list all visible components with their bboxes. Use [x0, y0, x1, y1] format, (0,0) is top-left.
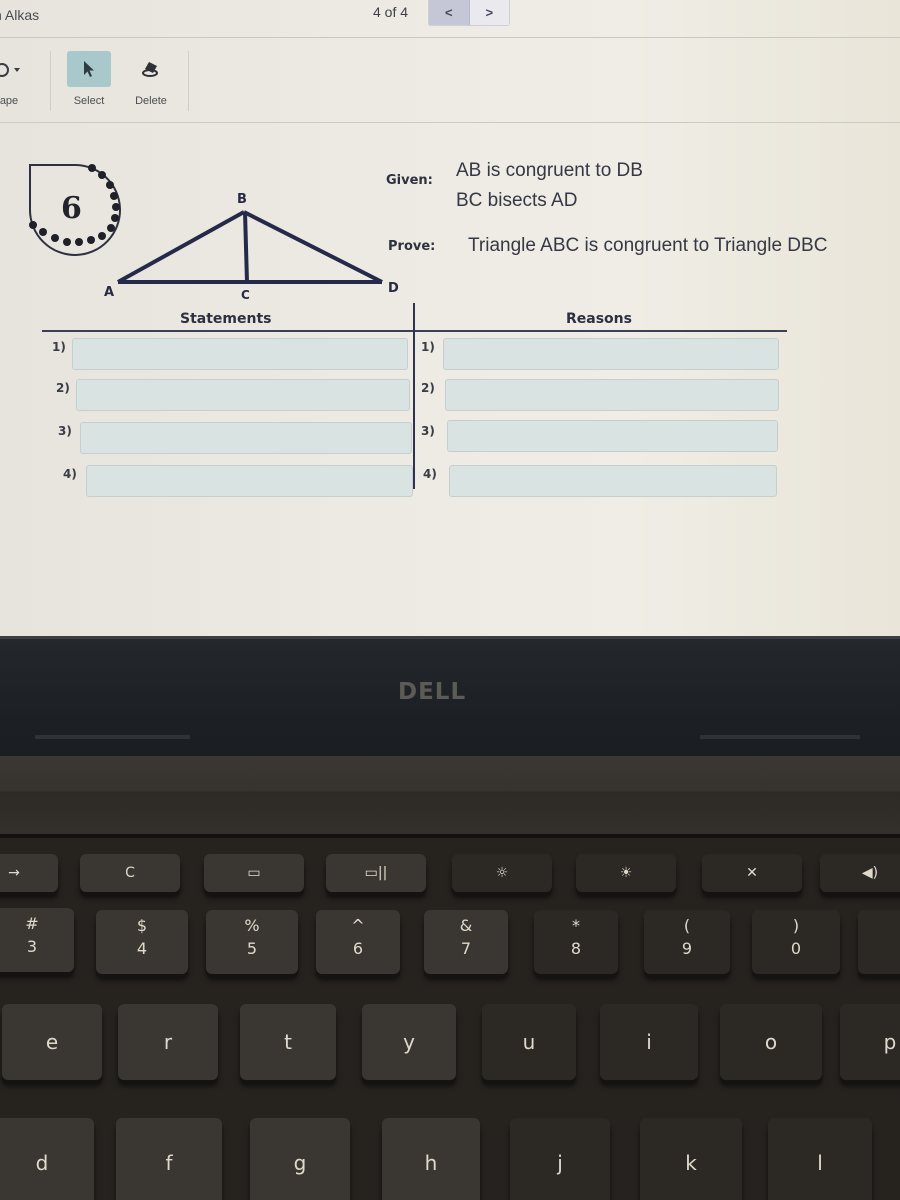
page-counter: 4 of 4	[373, 4, 409, 20]
shape-icon	[0, 63, 20, 77]
given-label: Given:	[386, 173, 433, 188]
laptop-hinge	[0, 756, 900, 838]
forward-arrow-icon: →	[8, 865, 20, 881]
key-u[interactable]: u	[482, 1004, 576, 1080]
table-column-divider	[413, 303, 415, 489]
refresh-icon: C	[125, 865, 135, 881]
statement-input-2[interactable]	[76, 379, 410, 411]
top-bar: n Alkas 4 of 4 < >	[0, 0, 900, 38]
overview-icon: ▭||	[364, 865, 388, 881]
reason-number: 2)	[421, 381, 435, 395]
mute-icon: ✕	[746, 865, 758, 881]
user-name: n Alkas	[0, 7, 40, 23]
chevron-right-icon: >	[485, 5, 494, 20]
previous-page-button[interactable]: <	[429, 0, 470, 25]
vertex-label-a: A	[104, 285, 114, 300]
reason-number: 1)	[421, 340, 435, 354]
reason-input-4[interactable]	[449, 465, 777, 497]
reasons-header: Reasons	[566, 311, 632, 327]
key-p[interactable]: p	[840, 1004, 900, 1080]
delete-tool-button[interactable]: Delete	[128, 51, 174, 107]
key-brightness-up[interactable]: ☀	[576, 854, 676, 892]
key-o[interactable]: o	[720, 1004, 822, 1080]
key-g[interactable]: g	[250, 1118, 350, 1200]
given-statement: BC bisects AD	[456, 190, 578, 211]
statement-number: 2)	[56, 381, 70, 395]
bezel-vent	[700, 735, 860, 739]
key-h[interactable]: h	[382, 1118, 480, 1200]
statement-input-4[interactable]	[86, 465, 413, 497]
key-4[interactable]: $4	[96, 910, 188, 974]
key-8[interactable]: * 8	[534, 910, 618, 974]
key-brightness-down[interactable]: ☼	[452, 854, 552, 892]
triangle-diagram: B A C D	[104, 192, 399, 302]
reason-input-2[interactable]	[445, 379, 779, 411]
statement-input-3[interactable]	[80, 422, 412, 454]
key-overview[interactable]: ▭||	[326, 854, 426, 892]
key-0[interactable]: ) 0	[752, 910, 840, 974]
reason-number: 4)	[423, 467, 437, 481]
key-l[interactable]: l	[768, 1118, 872, 1200]
key-6[interactable]: ^ 6	[316, 910, 400, 974]
volume-down-icon: ◀)	[861, 865, 879, 881]
statement-input-1[interactable]	[72, 338, 408, 370]
segment-bc	[243, 211, 249, 283]
key-f[interactable]: f	[116, 1118, 222, 1200]
statement-number: 4)	[63, 467, 77, 481]
pager: < >	[428, 0, 510, 26]
key-5[interactable]: % 5	[206, 910, 298, 974]
key-forward[interactable]: →	[0, 854, 58, 892]
next-page-button[interactable]: >	[469, 0, 509, 25]
select-tool-button[interactable]: Select	[66, 51, 112, 107]
statement-number: 3)	[58, 424, 72, 438]
reason-input-3[interactable]	[447, 420, 778, 452]
screen: n Alkas 4 of 4 < > ape	[0, 0, 900, 638]
brightness-up-icon: ☀	[619, 865, 633, 881]
key-d[interactable]: d	[0, 1118, 94, 1200]
key-mute[interactable]: ✕	[702, 854, 802, 892]
toolbar-divider	[188, 51, 189, 111]
statement-number: 1)	[52, 340, 66, 354]
prove-label: Prove:	[388, 239, 436, 254]
key-7[interactable]: & 7	[424, 910, 508, 974]
segment-ab	[117, 210, 245, 284]
key-y[interactable]: y	[362, 1004, 456, 1080]
dell-logo: DELL	[398, 679, 467, 705]
key-i[interactable]: i	[600, 1004, 698, 1080]
vertex-label-c: C	[241, 288, 250, 302]
statements-header: Statements	[180, 311, 272, 327]
delete-tool-label: Delete	[135, 95, 167, 107]
brightness-down-icon: ☼	[495, 865, 509, 881]
cursor-arrow-icon	[84, 61, 94, 77]
key-e[interactable]: e	[2, 1004, 102, 1080]
key-minus[interactable]	[858, 910, 900, 974]
segment-bd	[243, 210, 383, 284]
toolbar: ape Select Delete	[0, 39, 900, 123]
key-j[interactable]: j	[510, 1118, 610, 1200]
key-9[interactable]: (9	[644, 910, 730, 974]
select-tool-label: Select	[73, 95, 105, 107]
key-r[interactable]: r	[118, 1004, 218, 1080]
bezel-vent	[35, 735, 190, 739]
fullscreen-icon: ▭	[247, 865, 261, 881]
key-t[interactable]: t	[240, 1004, 336, 1080]
eraser-icon	[142, 62, 158, 77]
key-3[interactable]: #3	[0, 908, 74, 972]
key-k[interactable]: k	[640, 1118, 742, 1200]
reason-number: 3)	[421, 424, 435, 438]
given-statement: AB is congruent to DB	[456, 160, 643, 181]
toolbar-divider	[50, 51, 51, 111]
key-volume-down[interactable]: ◀)	[820, 854, 900, 892]
chevron-left-icon: <	[444, 5, 453, 20]
shape-tool-button[interactable]: ape	[0, 51, 32, 107]
vertex-label-d: D	[388, 281, 399, 296]
problem-number: 6	[61, 191, 82, 226]
reason-input-1[interactable]	[443, 338, 779, 370]
key-refresh[interactable]: C	[80, 854, 180, 892]
shape-tool-label: ape	[0, 95, 19, 107]
laptop-bezel: DELL	[0, 636, 900, 756]
key-fullscreen[interactable]: ▭	[204, 854, 304, 892]
vertex-label-b: B	[237, 192, 247, 207]
prove-statement: Triangle ABC is congruent to Triangle DB…	[468, 235, 828, 256]
